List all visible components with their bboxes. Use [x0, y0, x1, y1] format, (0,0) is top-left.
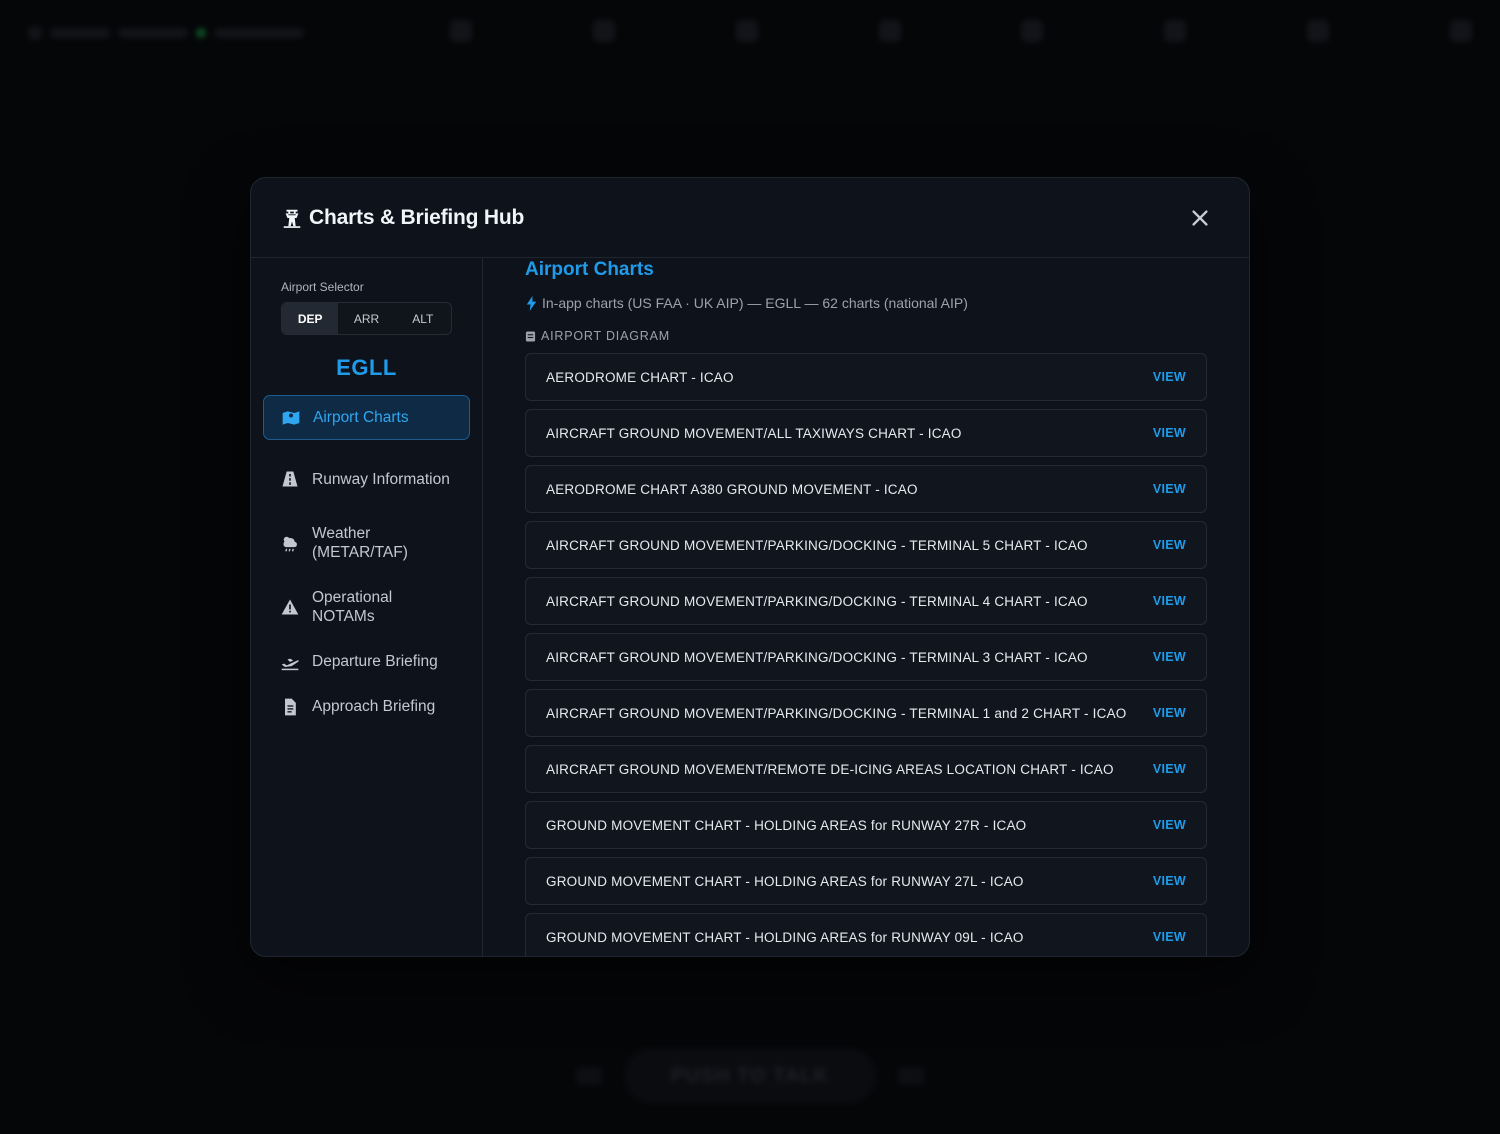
- charts-content: Airport Charts In-app charts (US FAA · U…: [483, 258, 1249, 956]
- sidebar-item-label: Approach Briefing: [312, 698, 436, 715]
- category-header: AIRPORT DIAGRAM: [525, 329, 1207, 343]
- sidebar-item-runway-information[interactable]: Runway Information: [263, 447, 470, 511]
- chart-row[interactable]: GROUND MOVEMENT CHART - HOLDING AREAS fo…: [525, 913, 1207, 956]
- segment-arr[interactable]: ARR: [338, 303, 394, 334]
- background-crumb: [118, 28, 188, 38]
- category-label: AIRPORT DIAGRAM: [541, 329, 670, 343]
- view-button[interactable]: VIEW: [1153, 482, 1186, 496]
- airport-selector-label: Airport Selector: [281, 280, 364, 294]
- sidebar-item-label: Runway Information: [312, 470, 450, 488]
- chart-name: AIRCRAFT GROUND MOVEMENT/REMOTE DE-ICING…: [546, 761, 1114, 777]
- chart-row[interactable]: GROUND MOVEMENT CHART - HOLDING AREAS fo…: [525, 857, 1207, 905]
- background-toolbar: [450, 20, 1472, 42]
- close-icon[interactable]: [1189, 207, 1211, 229]
- chart-name: AERODROME CHART - ICAO: [546, 369, 734, 385]
- segment-dep[interactable]: DEP: [282, 303, 339, 334]
- chart-name: AIRCRAFT GROUND MOVEMENT/PARKING/DOCKING…: [546, 705, 1127, 721]
- background-toolbar-icon: [592, 20, 615, 42]
- cloud-sun-rain-icon: [283, 536, 297, 552]
- airport-code: EGLL: [336, 355, 397, 380]
- background-breadcrumb: [28, 26, 304, 40]
- modal-body: Airport Selector DEP ARR ALT EGLL Airpor…: [251, 258, 1249, 956]
- sidebar-item-label: Departure Briefing: [312, 653, 438, 670]
- chart-row[interactable]: AIRCRAFT GROUND MOVEMENT/PARKING/DOCKING…: [525, 633, 1207, 681]
- warning-icon: [281, 599, 299, 615]
- sidebar-item-label: Airport Charts: [313, 409, 409, 426]
- background-toolbar-icon: [878, 20, 901, 42]
- chart-row[interactable]: AIRCRAFT GROUND MOVEMENT/PARKING/DOCKING…: [525, 577, 1207, 625]
- view-button[interactable]: VIEW: [1153, 426, 1186, 440]
- chart-row[interactable]: AERODROME CHART - ICAO VIEW: [525, 353, 1207, 401]
- modal-header: Charts & Briefing Hub: [251, 178, 1249, 258]
- chart-row[interactable]: GROUND MOVEMENT CHART - HOLDING AREAS fo…: [525, 801, 1207, 849]
- document-icon: [285, 698, 296, 715]
- chart-name: AIRCRAFT GROUND MOVEMENT/PARKING/DOCKING…: [546, 593, 1088, 609]
- background-ptt-label: PUSH TO TALK: [671, 1064, 829, 1087]
- chart-row[interactable]: AIRCRAFT GROUND MOVEMENT/PARKING/DOCKING…: [525, 521, 1207, 569]
- bolt-icon: [526, 295, 537, 311]
- view-button[interactable]: VIEW: [1153, 930, 1186, 944]
- background-toolbar-icon: [1307, 20, 1330, 42]
- file-icon: [525, 330, 536, 342]
- charts-briefing-modal: Charts & Briefing Hub Airport Selector D…: [250, 177, 1250, 957]
- chart-name: AIRCRAFT GROUND MOVEMENT/PARKING/DOCKING…: [546, 649, 1088, 665]
- charts-source-line: In-app charts (US FAA · UK AIP) — EGLL —…: [525, 295, 1207, 311]
- background-crumb: [214, 28, 304, 38]
- view-button[interactable]: VIEW: [1153, 762, 1186, 776]
- sidebar-item-departure-briefing[interactable]: Departure Briefing: [263, 639, 470, 684]
- sidebar: Airport Selector DEP ARR ALT EGLL Airpor…: [251, 258, 483, 956]
- sidebar-item-airport-charts[interactable]: Airport Charts: [263, 395, 470, 440]
- background-status-dot: [196, 28, 206, 38]
- view-button[interactable]: VIEW: [1153, 370, 1186, 384]
- background-toolbar-icon: [1164, 20, 1187, 42]
- background-home-icon: [28, 26, 42, 40]
- view-button[interactable]: VIEW: [1153, 538, 1186, 552]
- background-crumb: [50, 28, 110, 38]
- segment-alt[interactable]: ALT: [395, 303, 451, 334]
- view-button[interactable]: VIEW: [1153, 650, 1186, 664]
- chart-name: GROUND MOVEMENT CHART - HOLDING AREAS fo…: [546, 873, 1024, 889]
- sidebar-item-approach-briefing[interactable]: Approach Briefing: [263, 684, 470, 729]
- sidebar-item-notams[interactable]: Operational NOTAMs: [263, 575, 470, 639]
- background-push-to-talk: PUSH TO TALK: [624, 1048, 876, 1104]
- tower-icon: [283, 209, 301, 228]
- chart-name: AIRCRAFT GROUND MOVEMENT/ALL TAXIWAYS CH…: [546, 425, 962, 441]
- background-top-bar: [28, 20, 1472, 46]
- modal-title: Charts & Briefing Hub: [309, 205, 525, 229]
- road-icon: [282, 471, 298, 487]
- sidebar-item-label: Weather (METAR/TAF): [312, 525, 408, 561]
- background-toolbar-icon: [1449, 20, 1472, 42]
- background-control: [898, 1067, 924, 1085]
- map-icon: [282, 410, 300, 425]
- charts-source-text: In-app charts (US FAA · UK AIP) — EGLL —…: [542, 295, 968, 311]
- background-bottom-controls: PUSH TO TALK: [0, 1048, 1500, 1104]
- chart-list: AERODROME CHART - ICAO VIEW AIRCRAFT GRO…: [525, 353, 1207, 956]
- section-title: Airport Charts: [525, 259, 654, 280]
- view-button[interactable]: VIEW: [1153, 594, 1186, 608]
- background-toolbar-icon: [450, 20, 472, 42]
- chart-row[interactable]: AIRCRAFT GROUND MOVEMENT/ALL TAXIWAYS CH…: [525, 409, 1207, 457]
- background-toolbar-icon: [735, 20, 758, 42]
- chart-name: GROUND MOVEMENT CHART - HOLDING AREAS fo…: [546, 929, 1024, 945]
- view-button[interactable]: VIEW: [1153, 874, 1186, 888]
- chart-name: AERODROME CHART A380 GROUND MOVEMENT - I…: [546, 481, 918, 497]
- plane-departure-icon: [281, 658, 299, 670]
- sidebar-item-label: Operational NOTAMs: [312, 589, 393, 625]
- chart-name: AIRCRAFT GROUND MOVEMENT/PARKING/DOCKING…: [546, 537, 1088, 553]
- view-button[interactable]: VIEW: [1153, 706, 1186, 720]
- chart-name: GROUND MOVEMENT CHART - HOLDING AREAS fo…: [546, 817, 1027, 833]
- chart-row[interactable]: AERODROME CHART A380 GROUND MOVEMENT - I…: [525, 465, 1207, 513]
- airport-selector: DEP ARR ALT: [281, 302, 452, 335]
- background-toolbar-icon: [1021, 20, 1044, 42]
- background-control: [576, 1067, 602, 1085]
- sidebar-item-weather[interactable]: Weather (METAR/TAF): [263, 511, 470, 575]
- chart-row[interactable]: AIRCRAFT GROUND MOVEMENT/PARKING/DOCKING…: [525, 689, 1207, 737]
- view-button[interactable]: VIEW: [1153, 818, 1186, 832]
- chart-row[interactable]: AIRCRAFT GROUND MOVEMENT/REMOTE DE-ICING…: [525, 745, 1207, 793]
